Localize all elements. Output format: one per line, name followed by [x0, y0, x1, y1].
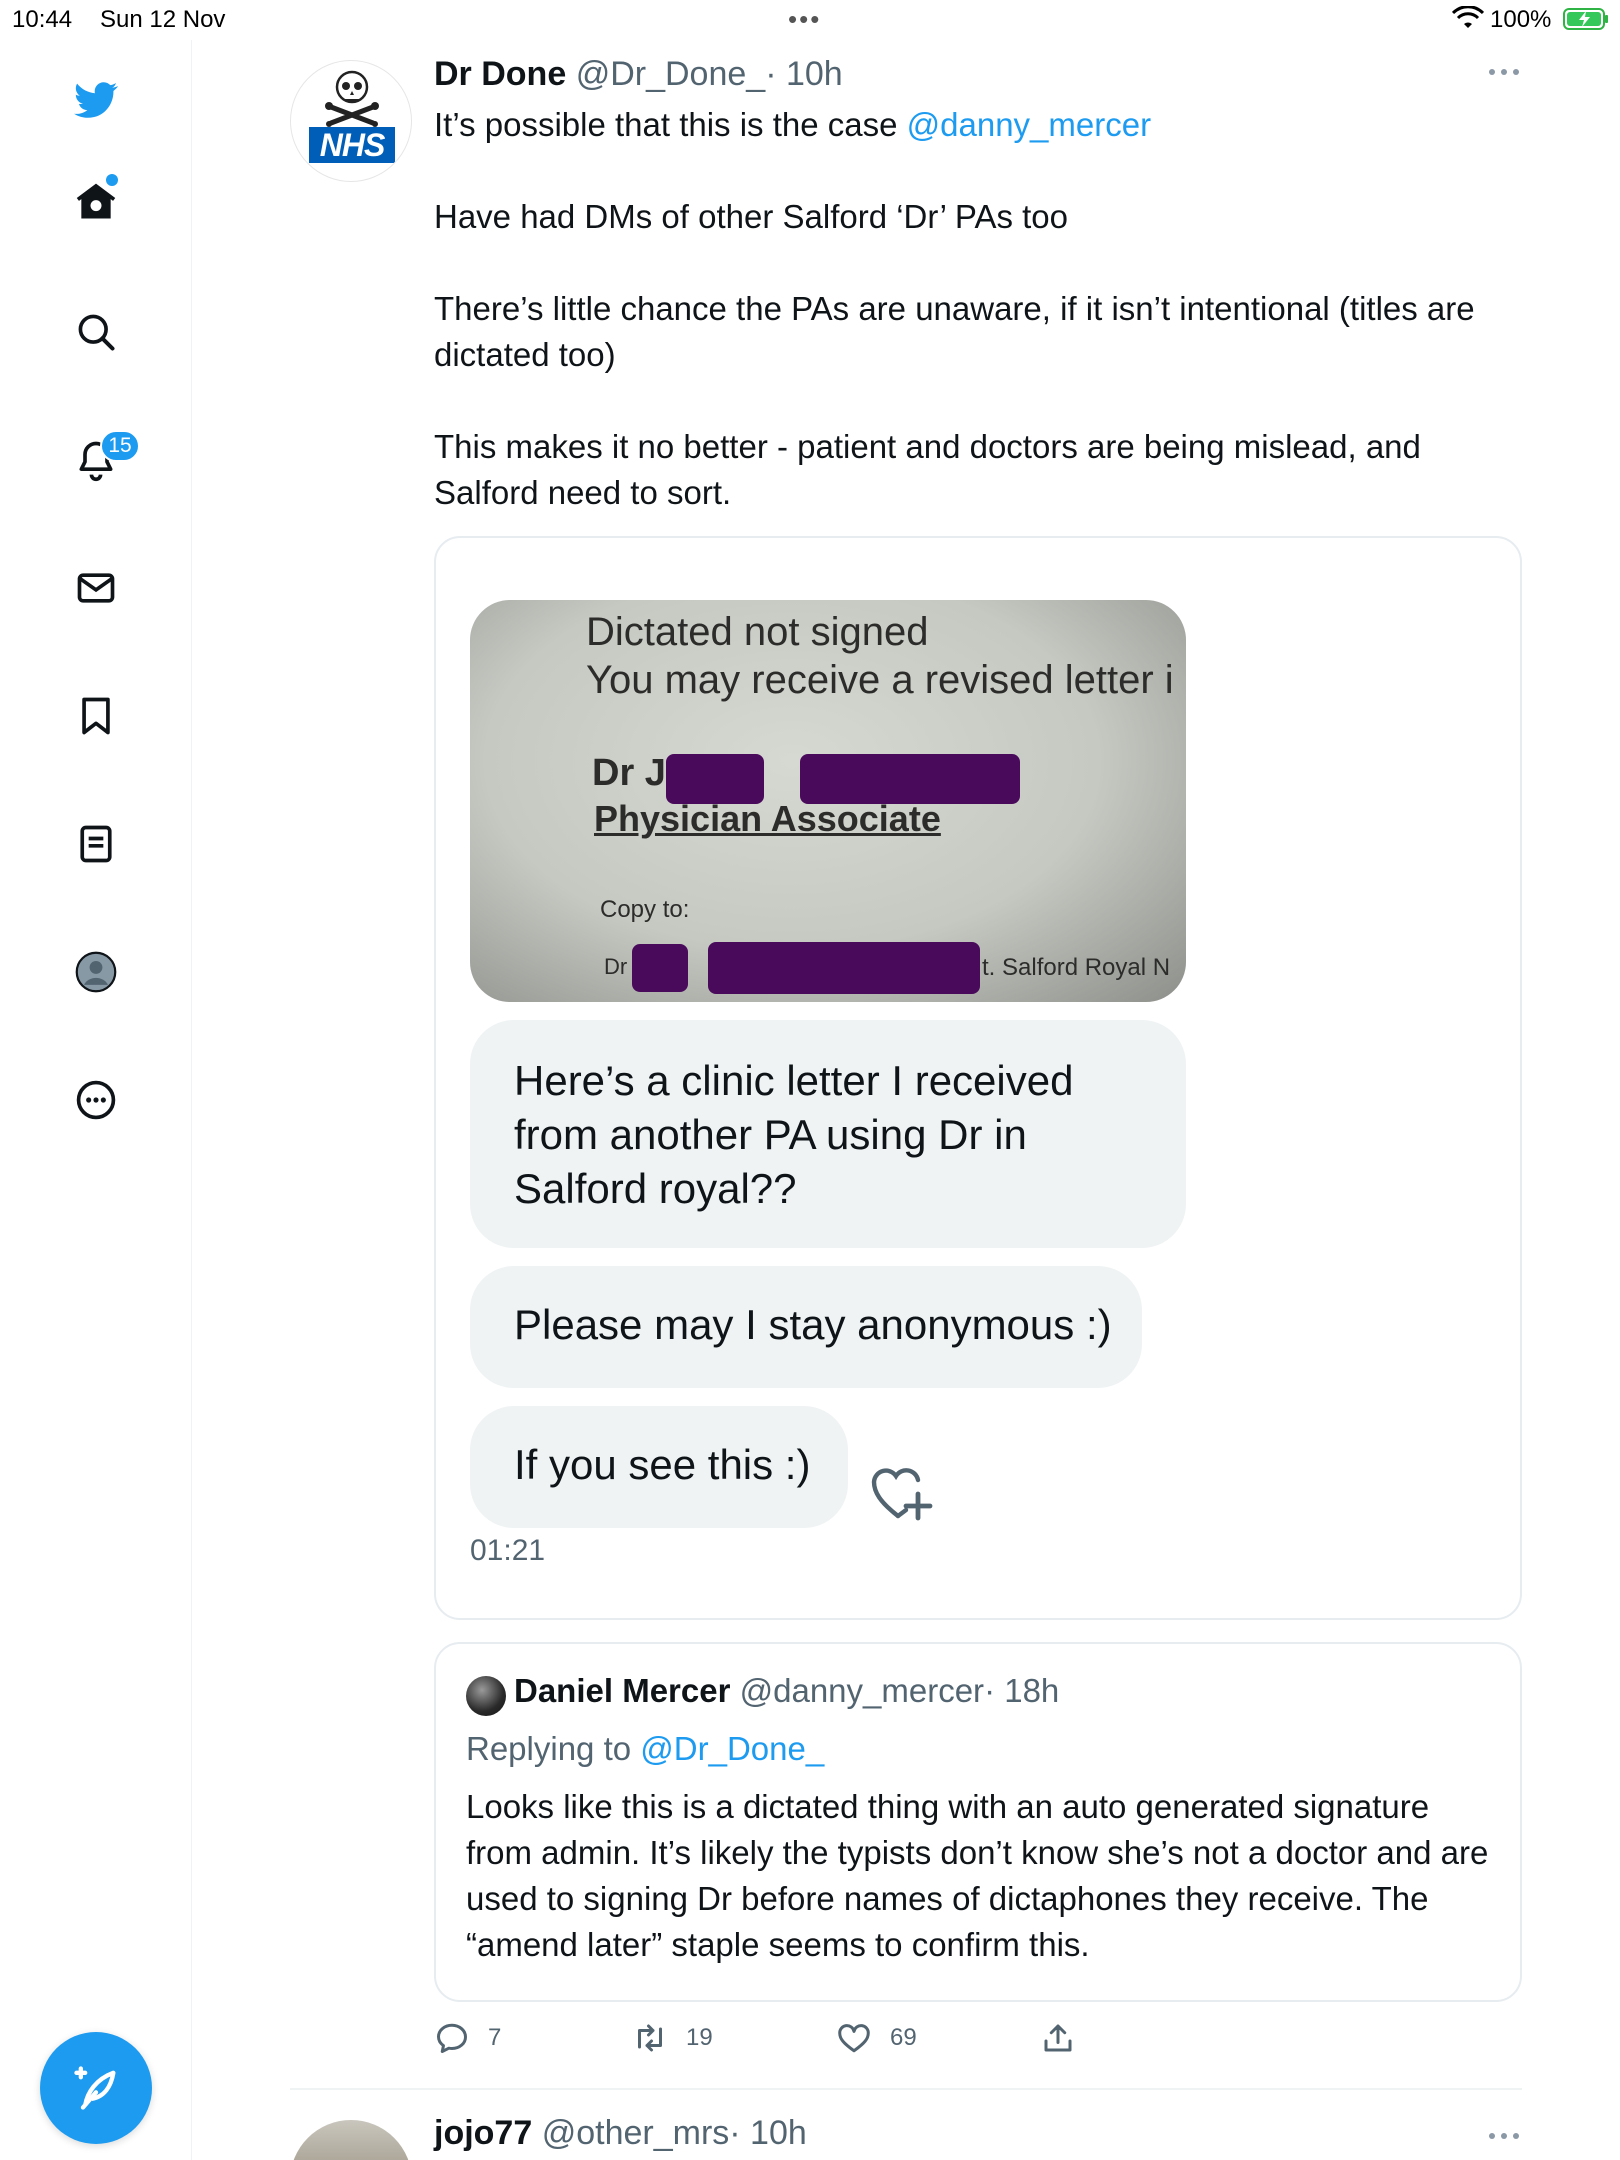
tweet-paragraph-3: There’s little chance the PAs are unawar…	[434, 290, 1475, 373]
author-name[interactable]: Dr Done	[434, 55, 566, 93]
quoted-tweet[interactable]: Daniel Mercer @danny_mercer· 18h Replyin…	[434, 1642, 1522, 2002]
like-count: 69	[890, 2024, 917, 2051]
next-author-name[interactable]: jojo77	[434, 2114, 532, 2152]
like-button[interactable]: 69	[836, 2018, 917, 2058]
compose-tweet-button[interactable]	[40, 2032, 152, 2144]
letter-name-prefix: Dr J	[592, 752, 666, 794]
tweet-paragraph-4: This makes it no better - patient and do…	[434, 428, 1421, 511]
dm-message-1: Here’s a clinic letter I received from a…	[470, 1020, 1186, 1248]
heart-icon	[838, 2024, 870, 2053]
wifi-icon	[1452, 6, 1484, 28]
nhs-logo: NHS	[309, 127, 395, 163]
letter-cc-hospital: t. Salford Royal N	[982, 954, 1171, 981]
replying-to: Replying to @Dr_Done_	[466, 1730, 824, 1768]
next-author-handle[interactable]: @other_mrs	[542, 2114, 730, 2152]
tweet-text: It’s possible that this is the case @dan…	[434, 102, 1504, 516]
quote-author-avatar	[466, 1676, 506, 1716]
clinic-letter-photo: Dictated not signed You may receive a re…	[470, 600, 1186, 1002]
tweet-line-1: It’s possible that this is the case @dan…	[434, 102, 1504, 148]
skull-crossbones-icon	[325, 70, 379, 127]
share-icon	[1044, 2024, 1072, 2052]
lists-icon[interactable]	[66, 814, 126, 874]
twitter-logo-icon[interactable]	[66, 70, 126, 130]
dm-message-3: If you see this :)	[470, 1406, 848, 1528]
mention-link[interactable]: @danny_mercer	[907, 106, 1151, 143]
author-avatar[interactable]: NHS	[290, 60, 412, 182]
search-icon[interactable]	[66, 302, 126, 362]
tweet-text-segment: It’s possible that this is the case	[434, 106, 907, 143]
redaction-mark	[632, 944, 688, 992]
tweet-header: Dr Done @Dr_Done_· 10h	[434, 54, 843, 94]
next-tweet-time[interactable]: · 10h	[729, 2114, 807, 2152]
battery-percentage: 100%	[1490, 6, 1552, 33]
home-icon[interactable]	[66, 172, 126, 232]
replying-to-handle[interactable]: @Dr_Done_	[640, 1730, 824, 1767]
dm-message-2: Please may I stay anonymous :)	[470, 1266, 1142, 1388]
tweet-paragraph-2: Have had DMs of other Salford ‘Dr’ PAs t…	[434, 198, 1068, 235]
share-button[interactable]	[1040, 2018, 1094, 2058]
status-bar: 10:44 Sun 12 Nov ••• 100%	[0, 0, 1620, 40]
letter-cc-prefix: Dr	[604, 954, 628, 979]
profile-icon[interactable]	[66, 942, 126, 1002]
quote-time: · 18h	[984, 1672, 1060, 1709]
letter-line-2: You may receive a revised letter i	[586, 658, 1174, 702]
compose-feather-icon	[74, 2066, 116, 2110]
quote-header: Daniel Mercer @danny_mercer· 18h	[514, 1672, 1059, 1710]
status-time: 10:44	[12, 6, 73, 33]
letter-copy-to: Copy to:	[600, 896, 690, 923]
letter-line-1: Dictated not signed	[586, 610, 929, 654]
quote-author-name: Daniel Mercer	[514, 1672, 731, 1709]
retweet-count: 19	[686, 2024, 713, 2051]
tweet-media-image[interactable]: Dictated not signed You may receive a re…	[434, 536, 1522, 1620]
letter-role: Physician Associate	[594, 798, 941, 839]
retweet-icon	[638, 2024, 662, 2052]
reply-button[interactable]: 7	[434, 2018, 501, 2058]
bookmarks-icon[interactable]	[66, 686, 126, 746]
more-options-icon[interactable]	[66, 1070, 126, 1130]
redaction-mark	[666, 754, 764, 804]
multitasking-dots-icon[interactable]: •••	[788, 4, 821, 35]
reply-count: 7	[488, 2024, 502, 2051]
status-date: Sun 12 Nov	[100, 6, 226, 33]
retweet-button[interactable]: 19	[632, 2018, 713, 2058]
redaction-mark	[800, 754, 1020, 804]
messages-icon[interactable]	[66, 558, 126, 618]
replying-to-label: Replying to	[466, 1730, 641, 1767]
redaction-mark	[708, 942, 980, 994]
reply-icon	[437, 2023, 467, 2053]
next-tweet-more-icon[interactable]	[1484, 2124, 1524, 2148]
next-tweet-header: jojo77 @other_mrs· 10h	[434, 2114, 807, 2153]
quote-author-handle: @danny_mercer	[739, 1672, 985, 1709]
sidebar-nav: 15	[0, 40, 192, 2160]
tweet-divider	[290, 2088, 1522, 2090]
tweet-more-icon[interactable]	[1484, 60, 1524, 84]
notification-count-badge: 15	[100, 430, 140, 462]
dm-timestamp: 01:21	[470, 1534, 546, 1567]
author-handle[interactable]: @Dr_Done_	[576, 55, 766, 93]
add-reaction-icon	[871, 1468, 933, 1521]
next-tweet-avatar[interactable]	[290, 2120, 412, 2160]
tweet-time[interactable]: · 10h	[765, 55, 843, 93]
quote-text: Looks like this is a dictated thing with…	[466, 1788, 1489, 1963]
battery-charging-icon	[1563, 8, 1608, 30]
